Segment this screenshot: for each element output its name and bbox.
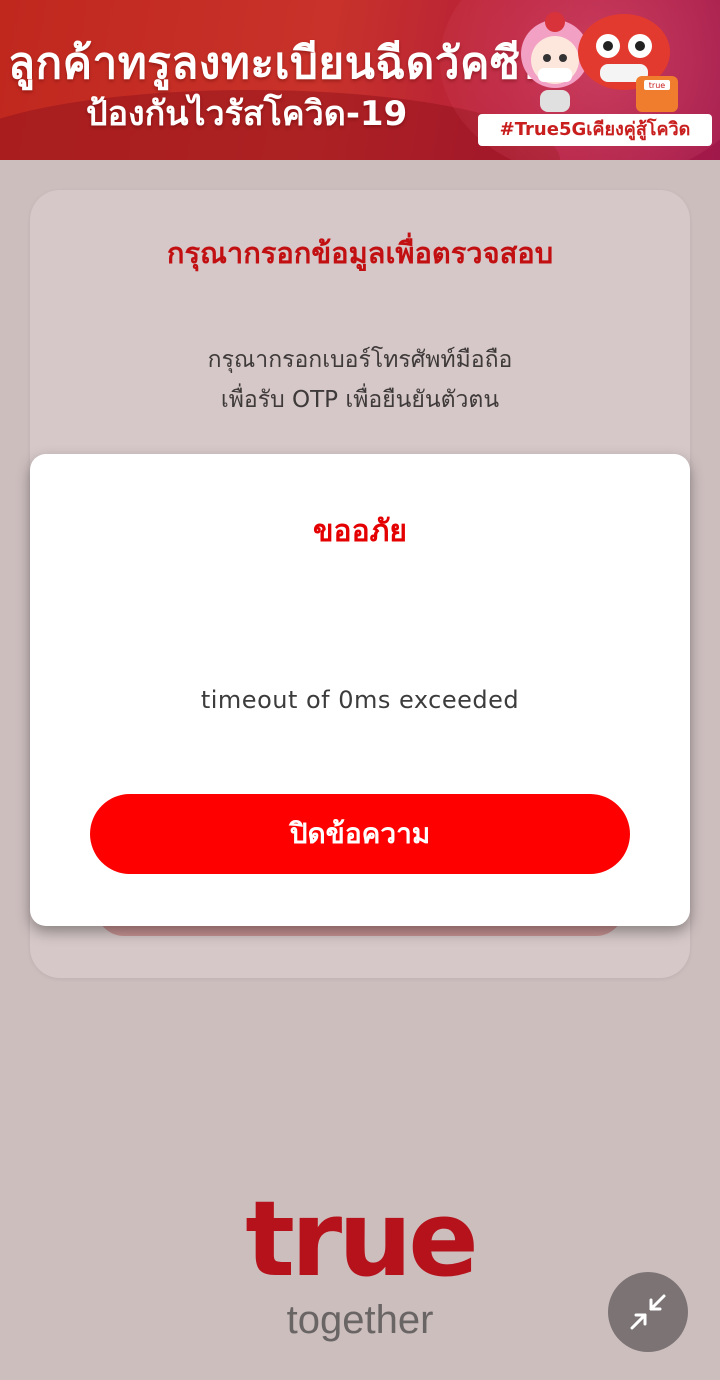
error-dialog: ขออภัย timeout of 0ms exceeded ปิดข้อควา… — [30, 454, 690, 926]
instruction-line-2: เพื่อรับ OTP เพื่อยืนยันตัวตน — [220, 387, 500, 413]
mascot-badge-text: true — [649, 81, 665, 90]
minimize-arrows-icon — [630, 1294, 666, 1330]
dialog-title: ขออภัย — [313, 514, 407, 549]
instruction-line-1: กรุณากรอกเบอร์โทรศัพท์มือถือ — [207, 347, 513, 373]
card-title: กรุณากรอกข้อมูลเพื่อตรวจสอบ — [166, 236, 554, 270]
dialog-message: timeout of 0ms exceeded — [200, 686, 520, 714]
close-message-button[interactable]: ปิดข้อความ — [90, 794, 630, 874]
banner-hashtag: #True5Gเคียงคู่สู้โควิด — [478, 114, 712, 146]
minimize-button[interactable] — [608, 1272, 688, 1352]
promo-banner[interactable]: ลูกค้าทรูลงทะเบียนฉีดวัคซีน ป้องกันไวรัส… — [0, 0, 720, 160]
mascot-robot-icon: true — [578, 14, 678, 112]
card-instruction: กรุณากรอกเบอร์โทรศัพท์มือถือ เพื่อรับ OT… — [30, 340, 690, 420]
banner-subheadline: ป้องกันไวรัสโควิด-19 — [86, 94, 408, 134]
true-logo: true — [245, 1178, 479, 1300]
logo-tagline: together — [286, 1298, 434, 1342]
